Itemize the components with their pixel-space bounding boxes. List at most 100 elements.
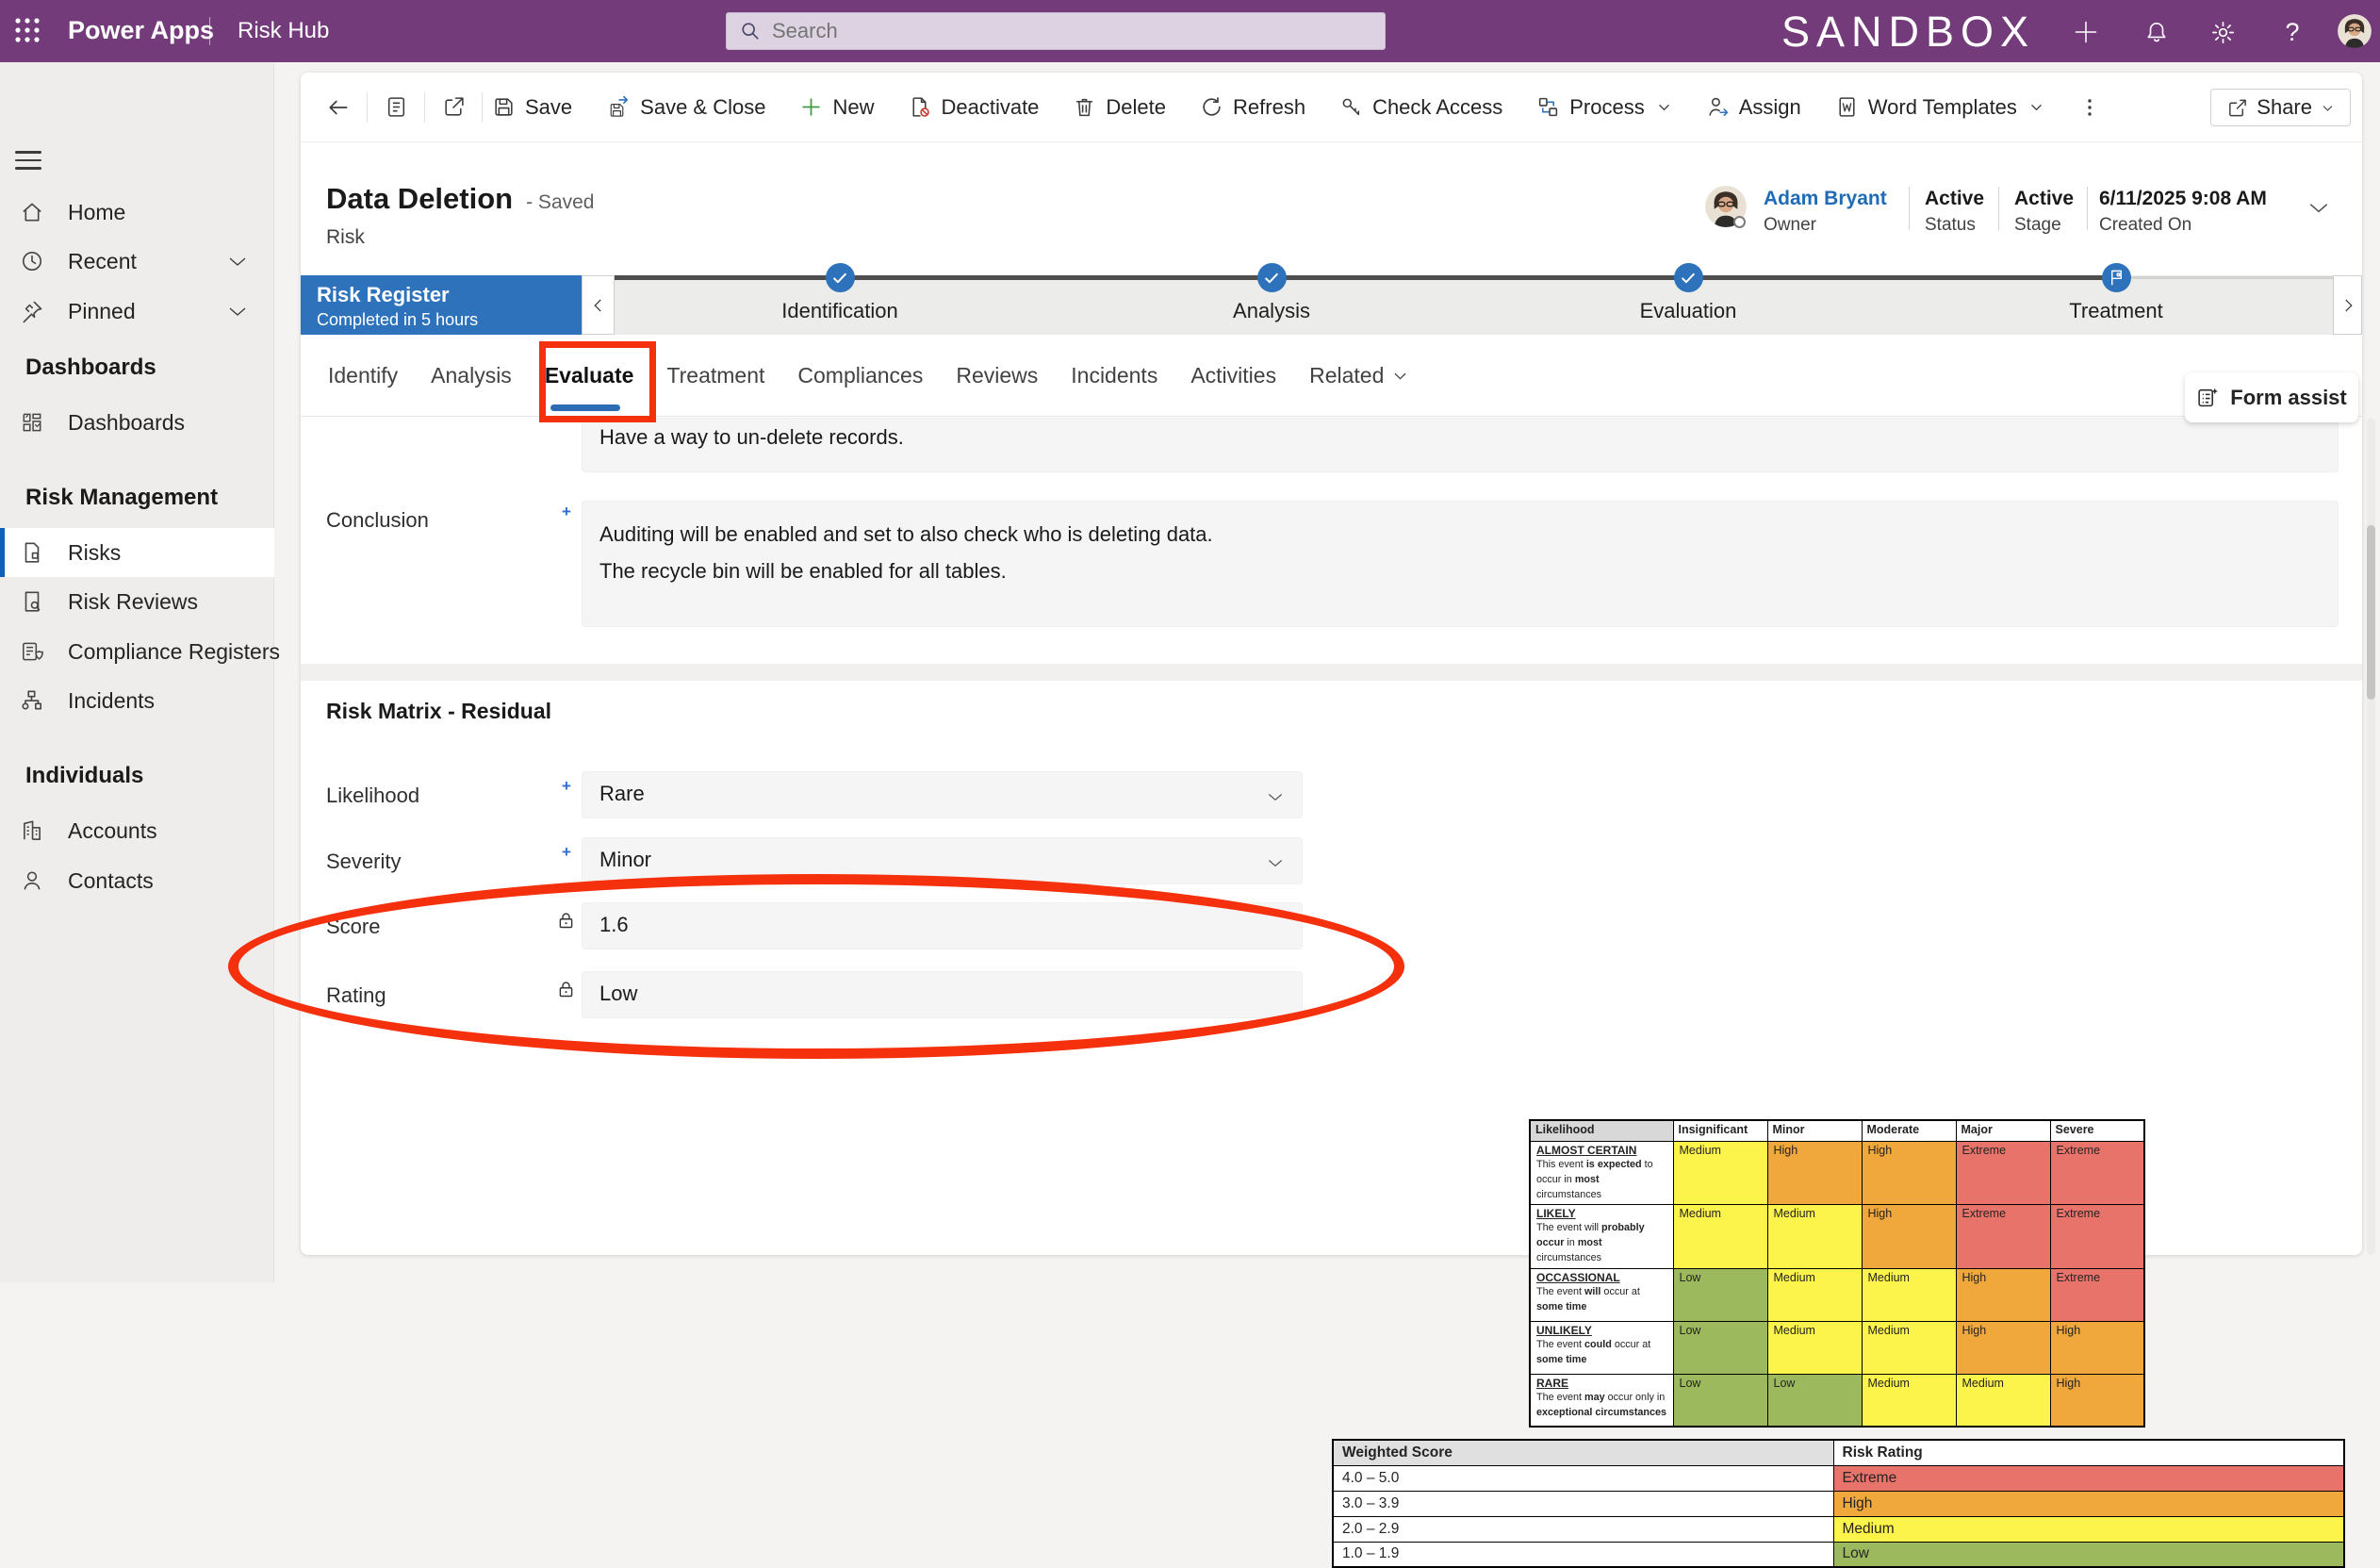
search-input[interactable]: [772, 19, 1338, 43]
weighted-row: 2.0 – 2.9 Medium: [1333, 1516, 2344, 1542]
command-label: Process: [1569, 95, 1644, 120]
assign-button[interactable]: Assign: [1706, 95, 1801, 120]
sidebar-item-incidents[interactable]: Incidents: [0, 677, 274, 724]
app-name[interactable]: Power Apps: [68, 16, 214, 45]
score-range: 1.0 – 1.9: [1333, 1542, 1833, 1567]
matrix-cell: Extreme: [2050, 1141, 2144, 1205]
tab-evaluate[interactable]: Evaluate: [545, 335, 634, 417]
scrollbar-thumb[interactable]: [2367, 525, 2375, 700]
matrix-cell: High: [1956, 1268, 2050, 1321]
stage-label: Analysis: [1177, 299, 1366, 323]
search-icon: [740, 21, 761, 41]
rating-field[interactable]: Low: [582, 971, 1303, 1018]
rating-value: High: [1833, 1491, 2344, 1516]
lock-icon: [556, 911, 576, 931]
score-value: 1.6: [583, 903, 1302, 937]
sidebar-item-label: Incidents: [68, 688, 155, 714]
severity-dropdown[interactable]: Minor: [582, 837, 1303, 884]
matrix-row: OCCASSIONALThe event will occur at some …: [1530, 1268, 2144, 1321]
topbar-divider: [209, 17, 210, 45]
word-templates-button[interactable]: Word Templates: [1835, 95, 2044, 120]
app-area-name[interactable]: Risk Hub: [238, 18, 329, 44]
assign-person-icon: [1706, 95, 1730, 119]
more-commands-button[interactable]: [2078, 96, 2101, 119]
form-tabs: Identify Analysis Evaluate Treatment Com…: [301, 335, 2362, 417]
back-button[interactable]: [320, 89, 357, 126]
owner-name-link[interactable]: Adam Bryant: [1764, 188, 1887, 210]
process-button[interactable]: Process: [1536, 95, 1671, 120]
sidebar-item-recent[interactable]: Recent: [0, 238, 274, 285]
sidebar-item-risks[interactable]: Risks: [0, 528, 274, 577]
record-title: Data Deletion- Saved: [326, 182, 594, 216]
process-icon: [1536, 95, 1560, 119]
sidebar-item-contacts[interactable]: Contacts: [0, 857, 274, 904]
tab-activities[interactable]: Activities: [1190, 335, 1276, 417]
sidebar-item-home[interactable]: Home: [0, 189, 274, 236]
chevron-down-icon[interactable]: [226, 300, 249, 322]
bpf-stage-analysis[interactable]: Analysis: [1177, 263, 1366, 323]
deactivate-icon: [908, 95, 931, 119]
tab-incidents[interactable]: Incidents: [1071, 335, 1157, 417]
matrix-cell: High: [1956, 1321, 2050, 1374]
add-icon[interactable]: [2071, 17, 2101, 47]
bpf-scroll-left-button[interactable]: [582, 275, 615, 335]
tab-compliances[interactable]: Compliances: [797, 335, 923, 417]
environment-name[interactable]: SANDBOX: [1781, 8, 2045, 57]
new-button[interactable]: New: [799, 95, 874, 120]
field-value: Have a way to un-delete records.: [583, 419, 2338, 450]
check-access-button[interactable]: Check Access: [1339, 95, 1502, 120]
bpf-scroll-right-button[interactable]: [2333, 275, 2362, 335]
tab-treatment[interactable]: Treatment: [666, 335, 764, 417]
tab-related[interactable]: Related: [1309, 335, 1409, 417]
share-button[interactable]: Share: [2210, 89, 2351, 126]
user-avatar[interactable]: [2338, 14, 2372, 48]
bpf-stage-treatment[interactable]: Treatment: [2022, 263, 2210, 323]
matrix-cell: High: [1767, 1141, 1862, 1205]
command-label: Assign: [1739, 95, 1801, 120]
command-label: Save & Close: [640, 95, 765, 120]
sidebar-item-accounts[interactable]: Accounts: [0, 807, 274, 854]
tab-analysis[interactable]: Analysis: [431, 335, 512, 417]
header-expand-chevron-icon[interactable]: [2306, 195, 2331, 220]
form-assist-button[interactable]: Form assist: [2185, 372, 2358, 422]
conclusion-field[interactable]: Auditing will be enabled and set to also…: [582, 501, 2339, 627]
bpf-stage-evaluation[interactable]: Evaluation: [1594, 263, 1782, 323]
settings-gear-icon[interactable]: [2208, 17, 2238, 47]
sidebar-group-individuals: Individuals: [25, 763, 143, 789]
score-field[interactable]: 1.6: [582, 902, 1303, 949]
sidebar-item-pinned[interactable]: Pinned: [0, 288, 274, 335]
refresh-button[interactable]: Refresh: [1200, 95, 1305, 120]
notifications-bell-icon[interactable]: [2142, 17, 2172, 47]
sidebar-item-dashboards[interactable]: Dashboards: [0, 399, 274, 446]
bpf-process-chip[interactable]: Risk Register Completed in 5 hours: [301, 275, 582, 335]
deactivate-button[interactable]: Deactivate: [908, 95, 1039, 120]
form-selector-button[interactable]: [377, 89, 415, 126]
tab-identify[interactable]: Identify: [328, 335, 398, 417]
share-label: Share: [2257, 95, 2312, 120]
score-range: 4.0 – 5.0: [1333, 1465, 1833, 1491]
matrix-header: Insignificant: [1673, 1120, 1767, 1141]
matrix-cell: Medium: [1673, 1141, 1767, 1205]
chevron-down-icon: [2321, 101, 2335, 115]
save-and-close-button[interactable]: Save & Close: [606, 95, 765, 120]
matrix-header: Moderate: [1862, 1120, 1956, 1141]
save-button[interactable]: Save: [492, 95, 572, 120]
sidebar-item-compliance-registers[interactable]: Compliance Registers: [0, 628, 274, 675]
divider: [367, 92, 368, 123]
open-in-new-window-button[interactable]: [435, 89, 472, 126]
mitigation-text-field[interactable]: Have a way to un-delete records.: [582, 418, 2339, 472]
sidebar-item-risk-reviews[interactable]: Risk Reviews: [0, 578, 274, 625]
delete-button[interactable]: Delete: [1073, 95, 1166, 120]
help-icon[interactable]: ?: [2277, 17, 2307, 47]
chevron-down-icon[interactable]: [226, 250, 249, 272]
sidebar-item-label: Dashboards: [68, 410, 185, 436]
sitemap-collapse-icon[interactable]: [15, 145, 41, 168]
recommended-marker: +: [562, 777, 571, 796]
bpf-stage-identification[interactable]: Identification: [746, 263, 934, 323]
global-search[interactable]: [726, 12, 1386, 50]
waffle-menu-icon[interactable]: [13, 16, 43, 46]
tab-reviews[interactable]: Reviews: [956, 335, 1038, 417]
score-range: 2.0 – 2.9: [1333, 1516, 1833, 1542]
likelihood-dropdown[interactable]: Rare: [582, 771, 1303, 818]
tab-content: Have a way to un-delete records. Conclus…: [301, 417, 2362, 1255]
